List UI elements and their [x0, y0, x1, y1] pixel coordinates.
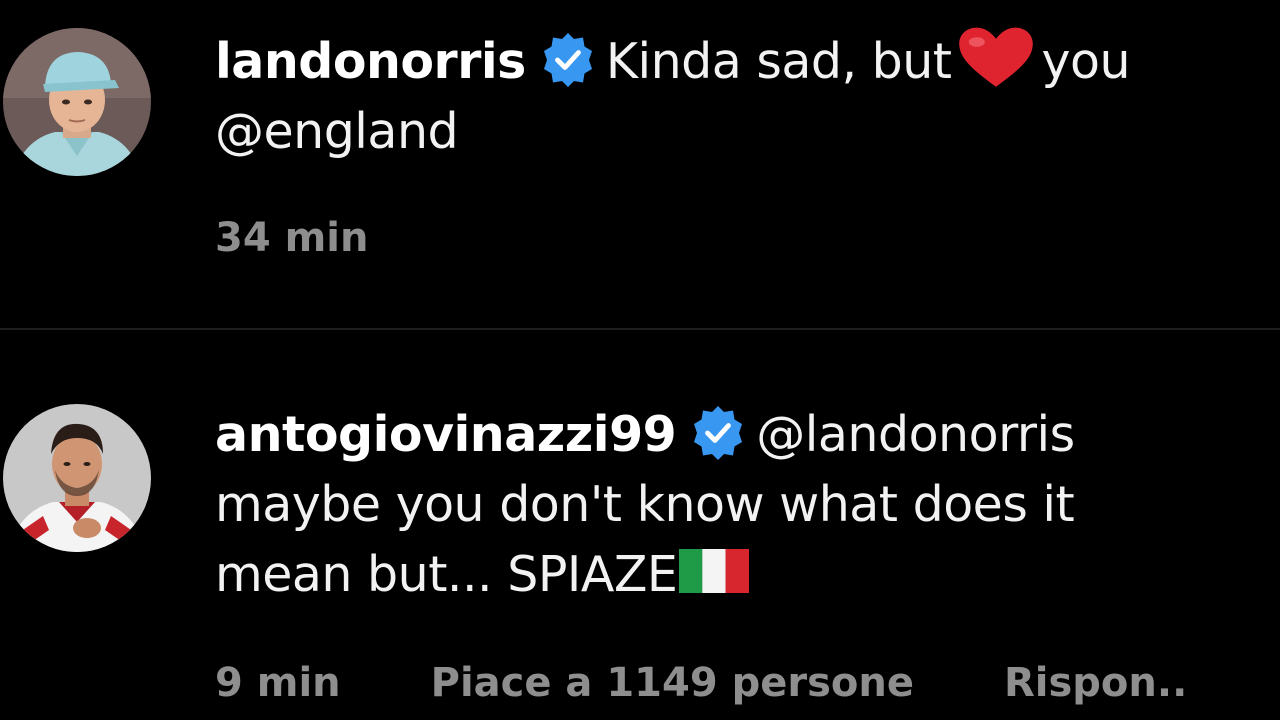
mention-link[interactable]: @landonorris: [756, 406, 1075, 463]
likes-count-link[interactable]: Piace a 1149 persone: [431, 660, 914, 706]
italy-flag-icon: [679, 542, 750, 593]
username[interactable]: antogiovinazzi99: [215, 406, 677, 463]
verified-badge-icon: [688, 403, 748, 463]
red-heart-icon: [956, 26, 1036, 90]
avatar-image: [3, 28, 151, 176]
comment-text: landonorris Kinda sad, but you @england: [215, 26, 1275, 167]
comment-body: maybe you don't know what does it: [215, 476, 1075, 533]
avatar-landonorris[interactable]: [3, 28, 151, 176]
comment-meta: 34 min: [215, 215, 458, 261]
comment-meta: 9 min Piace a 1149 persone Rispon..: [215, 660, 1187, 706]
username[interactable]: landonorris: [215, 33, 526, 90]
comment-body-end: you: [1041, 33, 1131, 90]
avatar-image: [3, 404, 151, 552]
timestamp: 9 min: [215, 660, 341, 706]
comment-body: Kinda sad, but: [605, 33, 952, 90]
comment-item: landonorris Kinda sad, but you @england 34…: [0, 0, 1280, 328]
reply-button[interactable]: Rispon..: [1004, 660, 1187, 706]
comment-text: antogiovinazzi99 @landonorris maybe you d…: [215, 400, 1275, 610]
comments-screen: landonorris Kinda sad, but you @england 34…: [0, 0, 1280, 720]
verified-badge-icon: [538, 30, 598, 90]
timestamp: 34 min: [215, 215, 369, 261]
comment-body-end: mean but... SPIAZE: [215, 546, 678, 603]
comment-item: antogiovinazzi99 @landonorris maybe you d…: [0, 330, 1280, 720]
mention-link[interactable]: @england: [215, 103, 459, 160]
avatar-antogiovinazzi99[interactable]: [3, 404, 151, 552]
